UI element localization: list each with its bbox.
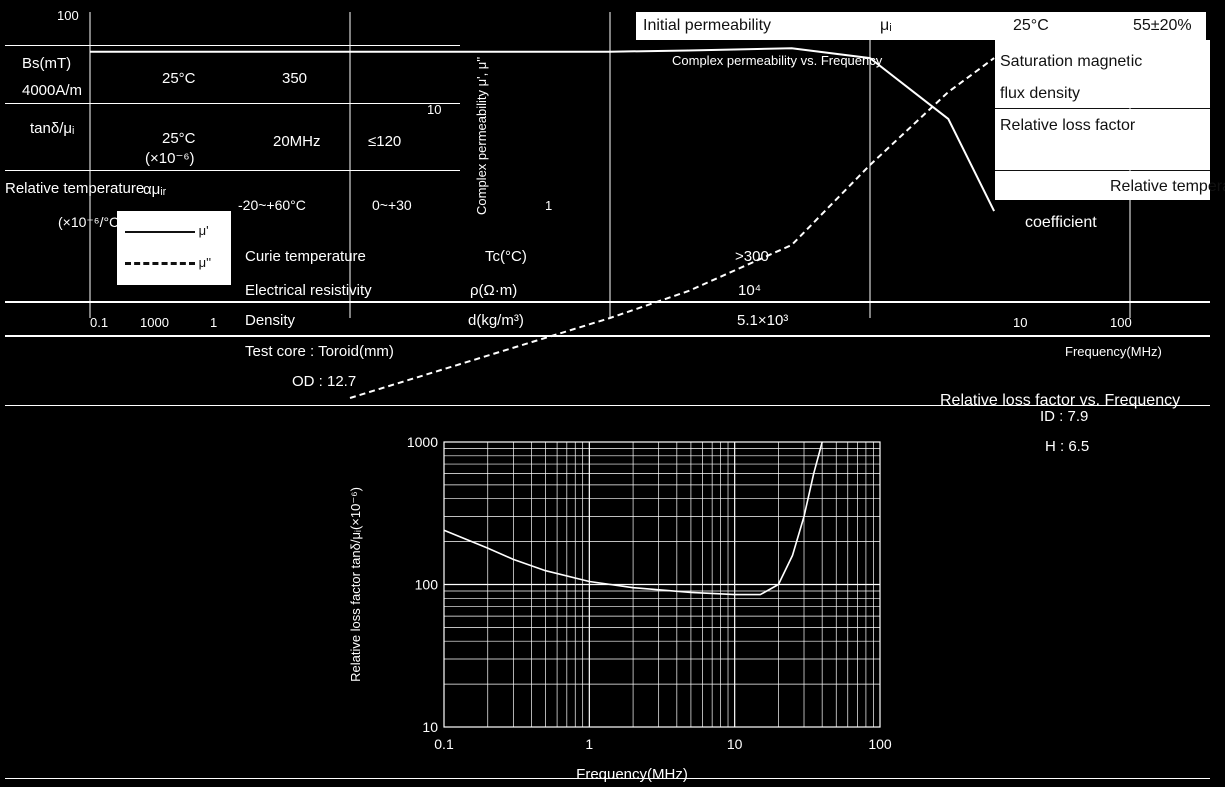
top-x-tick: 1000 <box>140 315 169 330</box>
bottom-y-tick: 1000 <box>407 434 438 450</box>
bottom-y-tick: 100 <box>415 577 439 593</box>
top-x-tick: 0.1 <box>90 315 109 330</box>
top-chart-grid <box>89 12 1131 318</box>
legend-swatch-solid <box>125 230 195 233</box>
top-y-tick: 1 <box>545 198 553 213</box>
bottom-x-tick: 1 <box>585 736 593 752</box>
bottom-rule <box>5 778 1210 779</box>
top-y-label: Complex permeability μ', μ'' <box>474 56 489 215</box>
bottom-x-label: Frequency(MHz) <box>576 766 688 783</box>
bottom-y-label: Relative loss factor tanδ/μᵢ(×10⁻⁶) <box>348 487 363 682</box>
bottom-x-tick: 10 <box>727 736 743 752</box>
mu-dprime-series <box>349 57 995 399</box>
top-y-tick: 10 <box>427 102 442 117</box>
bottom-x-tick: 0.1 <box>434 736 454 752</box>
loss-factor-chart: 0.1 1 10 100 1000 100 10 Frequency(MHz) Relati… <box>348 434 892 783</box>
top-chart-title: Complex permeability vs. Frequency <box>672 53 883 68</box>
top-chart-legend: μ' μ'' <box>117 211 231 285</box>
top-y-tick: 100 <box>57 8 79 23</box>
legend-swatch-dashed <box>125 262 195 266</box>
mu-prime-series <box>90 47 995 212</box>
top-x-tick: 10 <box>1013 315 1028 330</box>
legend-item-mu-prime: μ' <box>125 223 209 238</box>
top-x-tick: 100 <box>1110 315 1132 330</box>
bottom-x-tick: 100 <box>868 736 892 752</box>
top-x-tick: 1 <box>210 315 218 330</box>
bottom-y-tick: 10 <box>422 719 438 735</box>
top-x-label: Frequency(MHz) <box>1065 344 1162 359</box>
legend-label: μ' <box>198 223 209 238</box>
legend-item-mu-dprime: μ'' <box>125 255 211 270</box>
bottom-chart-title: Relative loss factor vs. Frequency <box>940 392 1181 409</box>
legend-label: μ'' <box>198 255 212 270</box>
